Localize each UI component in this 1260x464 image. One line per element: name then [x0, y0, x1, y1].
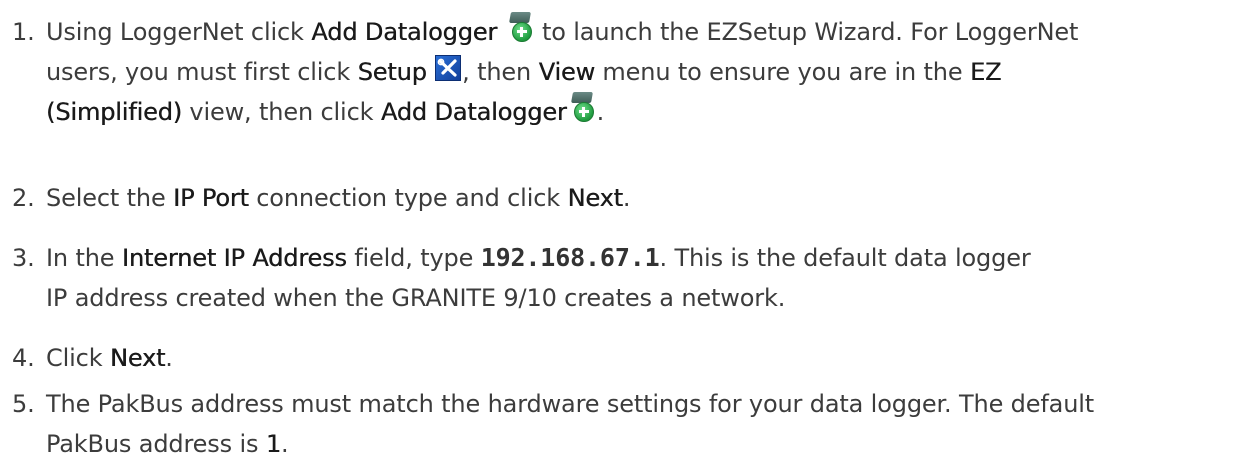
step-text-run: The PakBus address must match the hardwa…	[46, 390, 1095, 418]
step-text-run: menu to ensure you are in the	[594, 58, 970, 86]
step-text: Click Next.	[46, 338, 1246, 378]
step-text: Using LoggerNet click Add Datalogger to …	[46, 12, 1246, 132]
add-datalogger-label: Add Datalogger	[380, 98, 567, 126]
step-line: The PakBus address must match the hardwa…	[46, 384, 1246, 424]
view-menu-label: View	[538, 58, 596, 86]
step-text-run: field, type	[346, 244, 481, 272]
next-label: Next	[567, 184, 623, 212]
step-number: 2.	[12, 184, 35, 212]
step-line: PakBus address is 1.	[46, 424, 1246, 464]
step-text-run: .	[165, 344, 173, 372]
step-text-run: .	[596, 98, 605, 126]
step-text-run: users, you must first click	[46, 58, 358, 86]
step-text-run: IP address created when the GRANITE 9/10…	[46, 284, 786, 312]
step-text-run: Click	[46, 344, 110, 372]
step-number: 1.	[12, 18, 35, 46]
pakbus-address-value: 1	[265, 430, 281, 458]
next-label: Next	[109, 344, 166, 372]
step-line: users, you must first click Setup , then…	[46, 52, 1246, 92]
step-line: In the Internet IP Address field, type 1…	[46, 238, 1246, 278]
document-page: 1. Using LoggerNet click Add Datalogger …	[0, 0, 1260, 464]
step-text-run: In the	[46, 244, 122, 272]
add-datalogger-label: Add Datalogger	[311, 18, 498, 46]
step-line: (Simplified) view, then click Add Datalo…	[46, 92, 1246, 132]
step-text-run: , then	[462, 58, 539, 86]
add-datalogger-icon	[568, 92, 596, 122]
step-number: 5.	[12, 390, 35, 418]
ez-view-label: EZ	[969, 58, 1002, 86]
step-number: 3.	[12, 244, 35, 272]
simplified-view-label: (Simplified)	[46, 98, 182, 126]
setup-label: Setup	[357, 58, 427, 86]
step-text-run: view, then click	[181, 98, 381, 126]
step-text-run: Using LoggerNet click	[46, 18, 312, 46]
step-line: Using LoggerNet click Add Datalogger to …	[46, 12, 1246, 52]
step-text: In the Internet IP Address field, type 1…	[46, 238, 1246, 318]
step-text-run: . This is the default data logger	[659, 244, 1031, 272]
step-line: IP address created when the GRANITE 9/10…	[46, 278, 1246, 318]
step-text-run: .	[280, 430, 289, 458]
setup-icon	[435, 55, 462, 81]
step-text-run: to launch the EZSetup Wizard. For Logger…	[534, 18, 1079, 46]
step-text-run: connection type and click	[248, 184, 568, 212]
step-number: 4.	[12, 344, 35, 372]
internet-ip-address-label: Internet IP Address	[121, 244, 347, 272]
add-datalogger-icon	[506, 12, 534, 42]
step-text-run: PakBus address is	[46, 430, 266, 458]
step-text: The PakBus address must match the hardwa…	[46, 384, 1246, 464]
ip-address-value: 192.168.67.1	[480, 243, 660, 272]
step-text-run: .	[622, 184, 631, 212]
step-text-run: Select the	[46, 184, 174, 212]
ip-port-label: IP Port	[173, 184, 249, 212]
step-text: Select the IP Port connection type and c…	[46, 178, 1246, 218]
